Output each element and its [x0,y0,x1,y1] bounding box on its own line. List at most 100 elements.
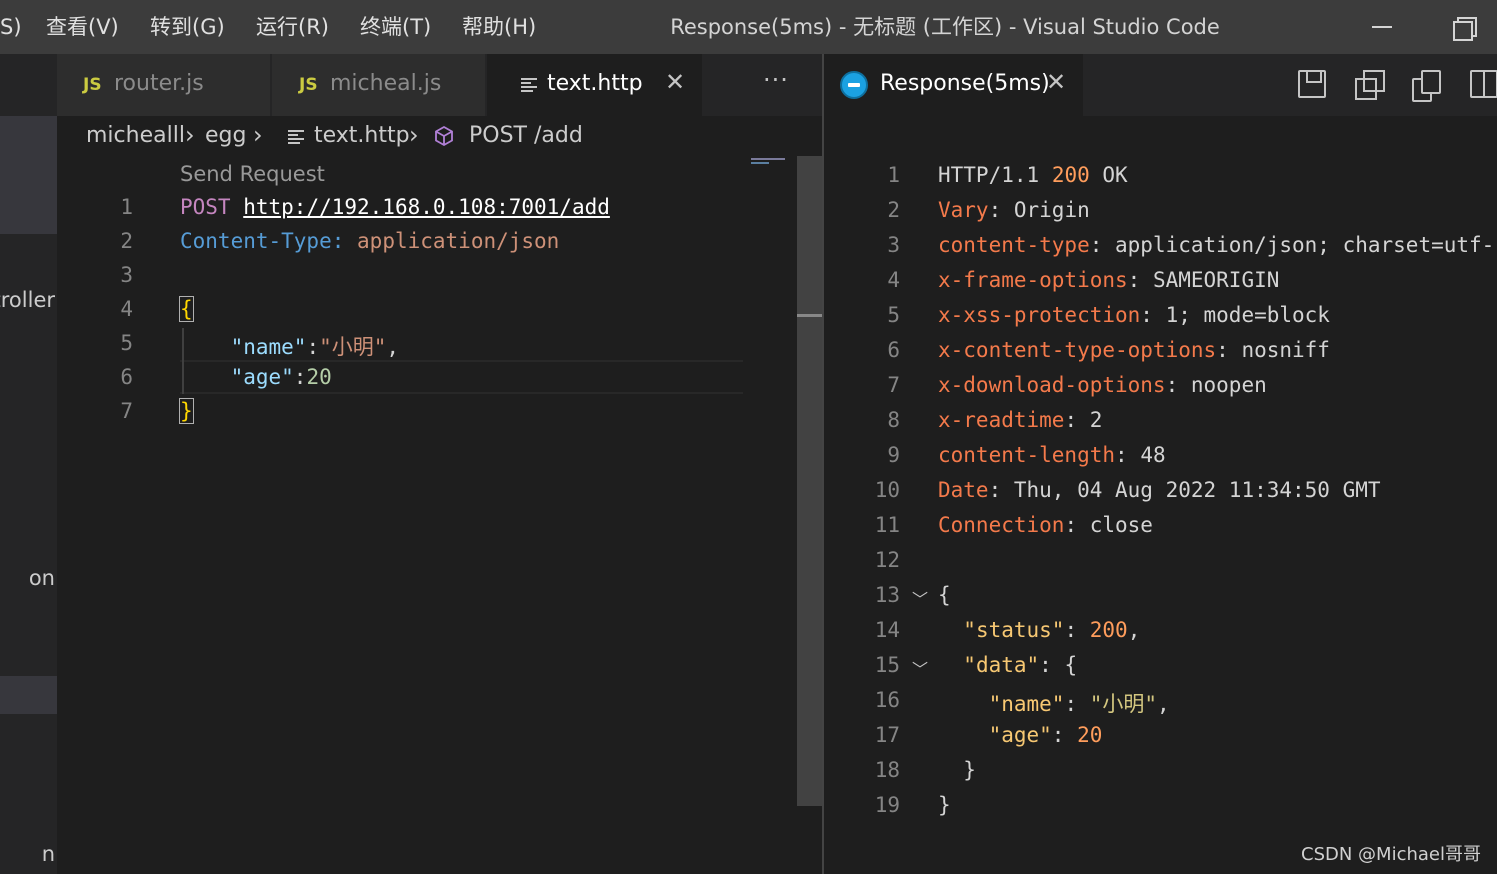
vertical-scrollbar[interactable] [797,156,823,806]
breadcrumb-file[interactable]: text.http [314,123,410,148]
tab-label: micheal.js [330,71,442,96]
request-url-link[interactable]: http://192.168.0.108:7001/add [243,195,610,219]
menu-help[interactable]: 帮助(H) [462,0,536,54]
header-value: nosniff [1241,338,1330,362]
chevron-right-icon: › [409,121,419,149]
breadcrumb-symbol[interactable]: POST /add [469,123,583,148]
header-value: application/json; charset=utf- [1115,233,1495,257]
body-name-line: "name": "小明", [988,692,1170,716]
header-key: Vary [938,198,989,222]
json-key: "name" [988,692,1065,716]
window-title: Response(5ms) - 无标题 (工作区) - Visual Studi… [670,15,1220,39]
json-key: "age" [988,723,1052,747]
tab-label: router.js [114,71,204,96]
json-colon: : [293,365,307,389]
left-editor-tabs: JS router.js JS micheal.js text.http ✕ [57,54,823,116]
header-key: content-type [938,233,1090,257]
breadcrumb-folder-egg[interactable]: egg [205,123,246,148]
line-number: 3 [120,263,133,287]
line-number: 19 [874,793,900,817]
header-value: Origin [1013,198,1090,222]
json-key: "status" [963,618,1065,642]
json-number: 20 [306,365,332,389]
tab-text-http[interactable]: text.http ✕ [487,54,703,116]
header-key: x-download-options [938,373,1166,397]
response-editor[interactable]: 1 2 3 4 5 6 7 8 9 10 11 12 13 14 15 16 1… [824,116,1497,874]
rest-client-icon [840,71,868,99]
sidebar-item-config[interactable]: on [29,566,55,590]
more-actions-icon[interactable]: ··· [763,66,789,94]
json-colon: : [306,335,320,359]
body-data-line: "data": { [963,653,1078,677]
line-number: 8 [887,408,900,432]
body-status-line: "status": 200, [963,618,1141,642]
brace-open: { [938,583,951,607]
line-number: 17 [874,723,900,747]
sidebar-item-misc[interactable]: n [42,842,55,866]
split-editor-icon[interactable] [1470,70,1497,98]
close-icon[interactable]: ✕ [1046,68,1066,96]
menu-run[interactable]: 运行(R) [256,0,329,54]
code-line-brace-open: { [179,296,194,322]
line-number: 11 [874,513,900,537]
status-code: 200 [1051,163,1090,187]
header-key: Date [938,478,989,502]
json-key: "data" [963,653,1040,677]
line-number: 6 [120,365,133,389]
brace-close: } [963,758,976,782]
http-version: HTTP/1.1 [938,163,1040,187]
status-line: HTTP/1.1 200 OK [938,163,1128,187]
header-key: x-xss-protection [938,303,1141,327]
title-bar: S) 查看(V) 转到(G) 运行(R) 终端(T) 帮助(H) Respons… [0,0,1497,54]
breadcrumb-folder-michealll[interactable]: michealll [86,123,185,148]
line-number: 4 [120,297,133,321]
line-number: 6 [887,338,900,362]
line-number: 10 [874,478,900,502]
sidebar-selected-block[interactable] [0,116,57,234]
symbol-cube-icon [435,125,453,147]
menu-terminal[interactable]: 终端(T) [360,0,431,54]
minimap-line [751,162,769,164]
tab-router-js[interactable]: JS router.js [57,54,271,116]
right-editor-tabs: Response(5ms) ✕ [824,54,1497,116]
explorer-sidebar: troller on n [0,54,57,874]
send-request-link[interactable]: Send Request [180,162,325,186]
copy-icon[interactable] [1412,70,1441,102]
json-string: "小明" [319,335,387,359]
js-file-icon: JS [83,75,102,95]
fold-chevron-icon[interactable]: ﹀ [912,656,928,680]
fold-chevron-icon[interactable]: ﹀ [912,586,928,610]
header-value: application/json [357,229,560,253]
menu-go[interactable]: 转到(G) [150,0,225,54]
sidebar-item-controller[interactable]: troller [0,288,55,312]
tab-response[interactable]: Response(5ms) ✕ [824,54,1084,116]
header-key: x-readtime [938,408,1065,432]
lines-file-icon [521,78,537,92]
header-key: x-content-type-options [938,338,1217,362]
header-value: noopen [1190,373,1267,397]
response-header: content-type: application/json; charset=… [938,233,1495,257]
tab-micheal-js[interactable]: JS micheal.js [272,54,486,116]
brace-open: { [179,296,194,322]
request-editor[interactable]: Send Request 1 2 3 4 5 6 7 POST http://1… [57,158,797,874]
brace-close: } [938,793,951,817]
tab-label: text.http [547,71,643,96]
line-number: 7 [120,399,133,423]
menu-view[interactable]: 查看(V) [46,0,119,54]
response-header: content-length: 48 [938,443,1166,467]
minimap[interactable] [751,158,785,160]
header-key: x-frame-options [938,268,1128,292]
close-icon[interactable]: ✕ [665,68,685,96]
json-number: 200 [1089,618,1128,642]
body-open: { [938,583,951,607]
status-text: OK [1102,163,1128,187]
save-response-body-icon[interactable] [1355,70,1385,100]
sidebar-hover-item[interactable] [0,676,57,714]
restore-icon[interactable] [1437,0,1493,54]
menu-selection[interactable]: S) [0,0,22,54]
line-number: 13 [874,583,900,607]
body-close: } [938,793,951,817]
header-value: 2 [1089,408,1103,432]
save-response-icon[interactable] [1298,70,1326,98]
minimize-icon[interactable] [1355,0,1411,54]
